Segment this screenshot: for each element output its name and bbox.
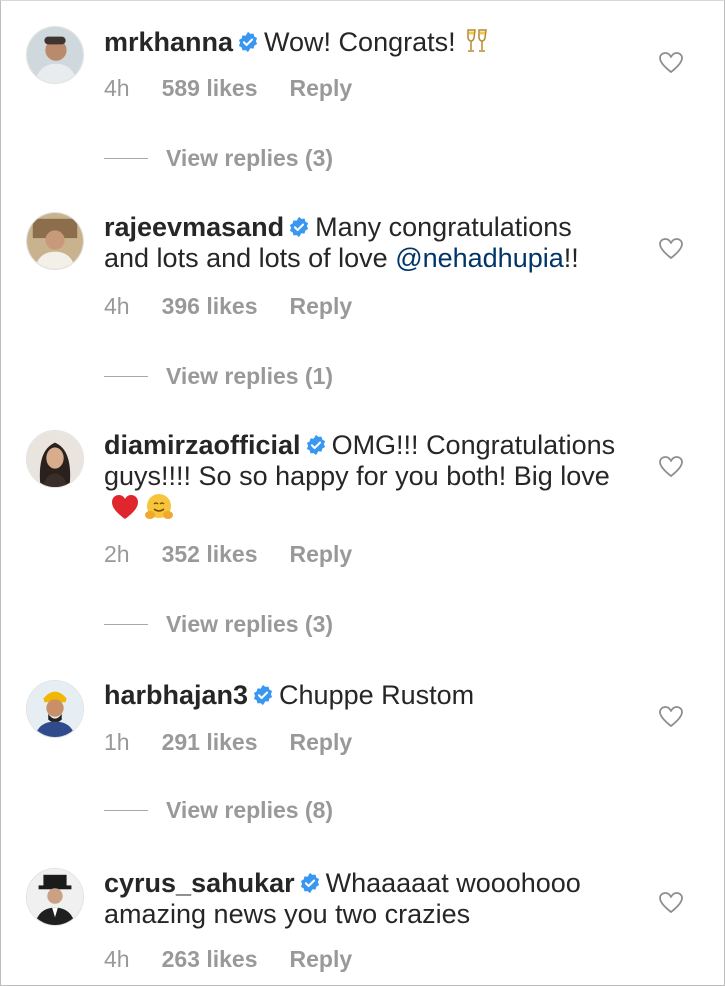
heart-icon[interactable]: [658, 50, 684, 76]
avatar[interactable]: [26, 430, 84, 488]
view-replies-label: View replies (3): [166, 145, 334, 171]
divider: [104, 376, 148, 377]
view-replies-label: View replies (8): [166, 797, 334, 823]
comment-body-end: !!: [563, 243, 579, 273]
timestamp: 2h: [104, 541, 130, 567]
verified-badge-icon: [300, 872, 319, 894]
timestamp: 4h: [104, 293, 130, 319]
avatar[interactable]: [26, 868, 84, 926]
reply-button[interactable]: Reply: [290, 729, 353, 755]
heart-icon[interactable]: [658, 890, 684, 916]
comment-text: diamirzaofficial OMG!!! Congratulations g…: [104, 430, 624, 524]
view-replies-button[interactable]: View replies (3): [104, 145, 333, 172]
comment-meta: 2h 352 likes Reply: [104, 541, 352, 568]
timestamp: 4h: [104, 946, 130, 972]
verified-badge-icon: [290, 216, 309, 238]
verified-badge-icon: [253, 684, 273, 706]
heart-icon[interactable]: [658, 454, 684, 480]
avatar[interactable]: [26, 680, 84, 738]
view-replies-button[interactable]: View replies (8): [104, 797, 333, 824]
timestamp: 4h: [104, 75, 130, 101]
username[interactable]: harbhajan3: [104, 680, 248, 710]
divider: [104, 810, 148, 811]
comment-text: mrkhanna Wow! Congrats!: [104, 26, 624, 58]
comment-meta: 4h 263 likes Reply: [104, 946, 352, 973]
comment-meta: 4h 396 likes Reply: [104, 293, 352, 320]
view-replies-button[interactable]: View replies (1): [104, 363, 333, 390]
reply-button[interactable]: Reply: [290, 75, 353, 101]
username[interactable]: diamirzaofficial: [104, 430, 301, 460]
verified-badge-icon: [238, 31, 258, 53]
likes-count[interactable]: 263 likes: [162, 946, 258, 972]
avatar[interactable]: [26, 26, 84, 84]
comment-meta: 4h 589 likes Reply: [104, 75, 352, 102]
heart-icon[interactable]: [658, 704, 684, 730]
comment-meta: 1h 291 likes Reply: [104, 729, 352, 756]
heart-icon[interactable]: [658, 236, 684, 262]
comment-body: Chuppe Rustom: [279, 680, 475, 710]
likes-count[interactable]: 291 likes: [162, 729, 258, 755]
comment-body: Wow! Congrats!: [264, 27, 456, 57]
reply-button[interactable]: Reply: [290, 946, 353, 972]
divider: [104, 158, 148, 159]
likes-count[interactable]: 352 likes: [162, 541, 258, 567]
divider: [104, 624, 148, 625]
reply-button[interactable]: Reply: [290, 541, 353, 567]
verified-badge-icon: [306, 434, 325, 456]
red-heart-icon: [112, 495, 138, 519]
reply-button[interactable]: Reply: [290, 293, 353, 319]
likes-count[interactable]: 396 likes: [162, 293, 258, 319]
username[interactable]: rajeevmasand: [104, 212, 284, 242]
timestamp: 1h: [104, 729, 130, 755]
comment-text: harbhajan3 Chuppe Rustom: [104, 680, 624, 711]
likes-count[interactable]: 589 likes: [162, 75, 258, 101]
username[interactable]: mrkhanna: [104, 27, 233, 57]
view-replies-label: View replies (1): [166, 363, 334, 389]
comment-text: rajeevmasand Many congratulations and lot…: [104, 212, 624, 274]
avatar[interactable]: [26, 212, 84, 270]
champagne-glasses-icon: [466, 29, 487, 52]
hugging-face-icon: [145, 494, 173, 519]
view-replies-button[interactable]: View replies (3): [104, 611, 333, 638]
username[interactable]: cyrus_sahukar: [104, 868, 295, 898]
view-replies-label: View replies (3): [166, 611, 334, 637]
mention-link[interactable]: @nehadhupia: [395, 243, 564, 273]
comment-text: cyrus_sahukar Whaaaaat wooohooo amazing n…: [104, 868, 624, 930]
